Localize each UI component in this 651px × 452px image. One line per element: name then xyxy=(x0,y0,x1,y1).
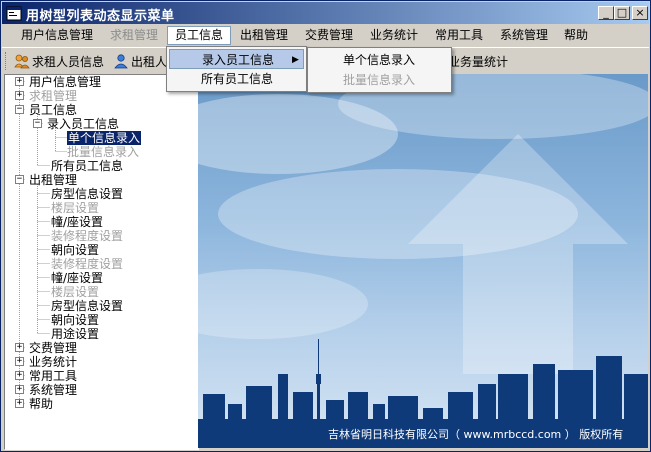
menu-rent-request[interactable]: 求租管理 xyxy=(103,26,165,45)
toolbar-renter-button[interactable]: 出租人 xyxy=(113,52,167,72)
tree-node-building[interactable]: 幢/座设置 xyxy=(51,215,103,229)
employee-info-dropdown: 录入员工信息 ▶ 所有员工信息 xyxy=(166,46,307,92)
users-icon xyxy=(14,54,30,69)
close-button[interactable]: × xyxy=(632,6,648,20)
content-area: 吉林省明日科技有限公司（ www.mrbccd.com ） 版权所有 xyxy=(198,74,648,448)
tree-node-system[interactable]: 系统管理 xyxy=(29,383,77,397)
toolbar-stats-label: 业务量统计 xyxy=(448,55,509,69)
expand-icon[interactable]: + xyxy=(15,77,24,86)
tree-node-all-employees[interactable]: 所有员工信息 xyxy=(51,159,123,173)
tree-node-rent-request[interactable]: 求租管理 xyxy=(29,89,77,103)
background-image xyxy=(198,74,648,448)
minimize-button[interactable]: _ xyxy=(598,6,614,20)
tree-node-enter-employee[interactable]: 录入员工信息 xyxy=(47,117,119,131)
expand-icon[interactable]: + xyxy=(15,385,24,394)
menu-employee-info[interactable]: 员工信息 xyxy=(167,26,232,45)
toolbar-rent-request-label: 求租人员信息 xyxy=(32,55,105,69)
menu-bar: 用户信息管理 求租管理 员工信息 出租管理 交费管理 业务统计 常用工具 系统管… xyxy=(2,25,649,47)
menu-item-single-entry[interactable]: 单个信息录入 xyxy=(310,50,449,70)
menu-item-enter-employee-label: 录入员工信息 xyxy=(202,53,275,67)
menu-item-batch-entry-label: 批量信息录入 xyxy=(343,73,416,87)
menu-item-single-entry-label: 单个信息录入 xyxy=(343,53,416,67)
tree-node-tools[interactable]: 常用工具 xyxy=(29,369,77,383)
tree-node-payment[interactable]: 交费管理 xyxy=(29,341,77,355)
expand-icon[interactable]: + xyxy=(15,91,24,100)
tree-node-room-type[interactable]: 房型信息设置 xyxy=(51,187,123,201)
menu-item-all-employees[interactable]: 所有员工信息 xyxy=(169,69,304,89)
expand-icon[interactable]: + xyxy=(15,371,24,380)
maximize-button[interactable]: □ xyxy=(614,6,630,20)
tree-node-decoration[interactable]: 装修程度设置 xyxy=(51,229,123,243)
enter-employee-submenu: 单个信息录入 批量信息录入 xyxy=(307,47,452,93)
user-icon xyxy=(114,54,128,69)
tree-node-floor[interactable]: 楼层设置 xyxy=(51,201,99,215)
submenu-arrow-icon: ▶ xyxy=(292,55,299,65)
tree-node-building[interactable]: 幢/座设置 xyxy=(51,271,103,285)
app-icon xyxy=(6,6,22,21)
menu-item-enter-employee[interactable]: 录入员工信息 ▶ xyxy=(169,49,304,69)
menu-payment[interactable]: 交费管理 xyxy=(298,26,360,45)
collapse-icon[interactable]: − xyxy=(15,105,24,114)
menu-rental[interactable]: 出租管理 xyxy=(233,26,295,45)
tree-node-statistics[interactable]: 业务统计 xyxy=(29,355,77,369)
tree-node-floor[interactable]: 楼层设置 xyxy=(51,285,99,299)
expand-icon[interactable]: + xyxy=(15,399,24,408)
menu-tools[interactable]: 常用工具 xyxy=(428,26,490,45)
tree-node-help[interactable]: 帮助 xyxy=(29,397,53,411)
menu-user-info[interactable]: 用户信息管理 xyxy=(14,26,100,45)
expand-icon[interactable]: + xyxy=(15,343,24,352)
toolbar-grip[interactable] xyxy=(5,52,9,70)
menu-help[interactable]: 帮助 xyxy=(557,26,595,45)
tree-node-orientation[interactable]: 朝向设置 xyxy=(51,313,99,327)
tree-node-batch-entry[interactable]: 批量信息录入 xyxy=(67,145,139,159)
menu-system[interactable]: 系统管理 xyxy=(493,26,555,45)
main-window: 用树型列表动态显示菜单 _ □ × 用户信息管理 求租管理 员工信息 出租管理 … xyxy=(0,0,651,452)
expand-icon[interactable]: + xyxy=(15,357,24,366)
collapse-icon[interactable]: − xyxy=(15,175,24,184)
tree-node-room-type[interactable]: 房型信息设置 xyxy=(51,299,123,313)
tree-node-user-info[interactable]: 用户信息管理 xyxy=(29,75,101,89)
tree-node-rental[interactable]: 出租管理 xyxy=(29,173,77,187)
tree-node-orientation[interactable]: 朝向设置 xyxy=(51,243,99,257)
tree-node-usage[interactable]: 用途设置 xyxy=(51,327,99,341)
menu-item-batch-entry[interactable]: 批量信息录入 xyxy=(310,70,449,90)
tree-node-single-entry[interactable]: 单个信息录入 xyxy=(67,131,142,145)
toolbar-stats-button[interactable]: 业务量统计 xyxy=(448,52,508,72)
tree-node-employee-info[interactable]: 员工信息 xyxy=(29,103,77,117)
copyright-text: 吉林省明日科技有限公司（ www.mrbccd.com ） 版权所有 xyxy=(328,428,624,441)
tree-node-decoration[interactable]: 装修程度设置 xyxy=(51,257,123,271)
collapse-icon[interactable]: − xyxy=(33,119,42,128)
toolbar-renter-label: 出租人 xyxy=(131,55,168,69)
menu-item-all-employees-label: 所有员工信息 xyxy=(201,72,274,86)
toolbar-rent-request-button[interactable]: 求租人员信息 xyxy=(14,52,104,72)
window-title: 用树型列表动态显示菜单 xyxy=(26,9,175,24)
menu-statistics[interactable]: 业务统计 xyxy=(363,26,425,45)
menu-tree[interactable]: + 用户信息管理 + 求租管理 − 员工信息 − 录入员工信息 单个信息录入 批… xyxy=(4,74,199,450)
title-bar[interactable]: 用树型列表动态显示菜单 _ □ × xyxy=(2,2,649,24)
